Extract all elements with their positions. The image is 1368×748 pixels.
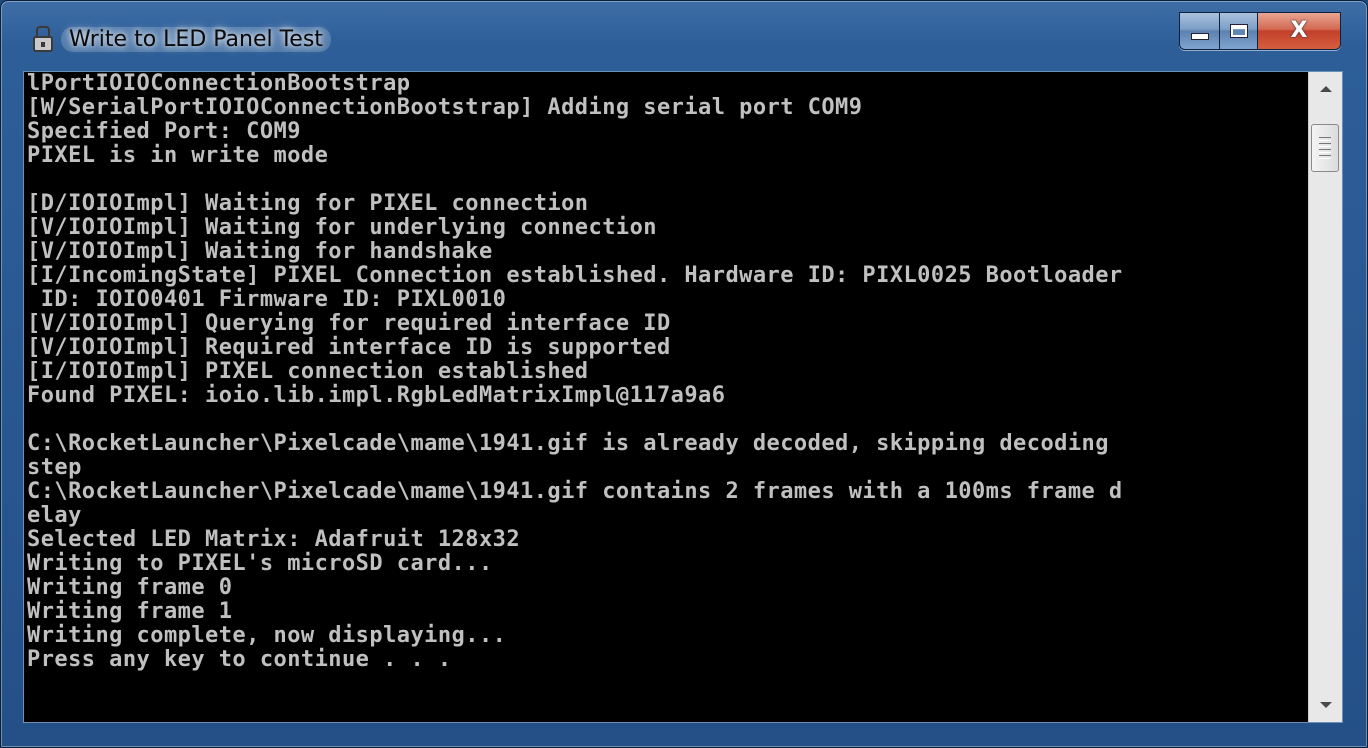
caption-buttons: X <box>1179 12 1341 50</box>
grip-icon <box>1319 137 1331 141</box>
console-line: [V/IOIOImpl] Waiting for underlying conn… <box>27 215 657 240</box>
console-line: C:\RocketLauncher\Pixelcade\mame\1941.gi… <box>27 431 1109 456</box>
maximize-button[interactable] <box>1220 13 1258 49</box>
console-app-icon <box>33 26 53 52</box>
console-line: [V/IOIOImpl] Required interface ID is su… <box>27 335 671 360</box>
scroll-down-arrow-icon <box>1319 702 1332 708</box>
console-line: [D/IOIOImpl] Waiting for PIXEL connectio… <box>27 191 589 216</box>
console-line: elay <box>27 503 82 528</box>
console-line: Selected LED Matrix: Adafruit 128x32 <box>27 527 521 552</box>
console-line: Writing to PIXEL's microSD card... <box>27 551 493 576</box>
console-window: Write to LED Panel Test X lPortIOIOConne… <box>0 0 1368 748</box>
scroll-up-arrow-icon <box>1319 86 1332 92</box>
console-line: Press any key to continue . . . <box>27 647 452 672</box>
console-line: C:\RocketLauncher\Pixelcade\mame\1941.gi… <box>27 479 1123 504</box>
console-line: Writing frame 0 <box>27 575 233 600</box>
console-line: Writing frame 1 <box>27 599 233 624</box>
minimize-icon <box>1190 32 1209 40</box>
minimize-button[interactable] <box>1180 13 1220 49</box>
console-line: PIXEL is in write mode <box>27 143 329 168</box>
console-client-area[interactable]: lPortIOIOConnectionBootstrap [W/SerialPor… <box>23 71 1343 723</box>
console-line: [V/IOIOImpl] Querying for required inter… <box>27 311 671 336</box>
console-output[interactable]: lPortIOIOConnectionBootstrap [W/SerialPor… <box>24 72 1308 722</box>
console-line: Found PIXEL: ioio.lib.impl.RgbLedMatrixI… <box>27 383 726 408</box>
console-line: step <box>27 455 82 480</box>
console-line: Specified Port: COM9 <box>27 119 301 144</box>
window-title: Write to LED Panel Test <box>61 27 331 52</box>
close-button[interactable]: X <box>1258 13 1340 49</box>
console-line: lPortIOIOConnectionBootstrap <box>27 72 411 96</box>
scroll-up-button[interactable] <box>1309 72 1342 106</box>
console-line: [I/IOIOImpl] PIXEL connection establishe… <box>27 359 589 384</box>
title-bar[interactable]: Write to LED Panel Test X <box>1 1 1367 71</box>
console-line: Writing complete, now displaying... <box>27 623 507 648</box>
scroll-down-button[interactable] <box>1309 688 1342 722</box>
scroll-thumb[interactable] <box>1311 124 1339 172</box>
maximize-icon <box>1229 24 1248 38</box>
vertical-scrollbar[interactable] <box>1308 72 1342 722</box>
close-icon: X <box>1290 18 1308 43</box>
console-line: [W/SerialPortIOIOConnectionBootstrap] Ad… <box>27 95 863 120</box>
console-line: [I/IncomingState] PIXEL Connection estab… <box>27 263 1123 288</box>
console-line: ID: IOIO0401 Firmware ID: PIXL0010 <box>27 287 507 312</box>
console-line: [V/IOIOImpl] Waiting for handshake <box>27 239 493 264</box>
